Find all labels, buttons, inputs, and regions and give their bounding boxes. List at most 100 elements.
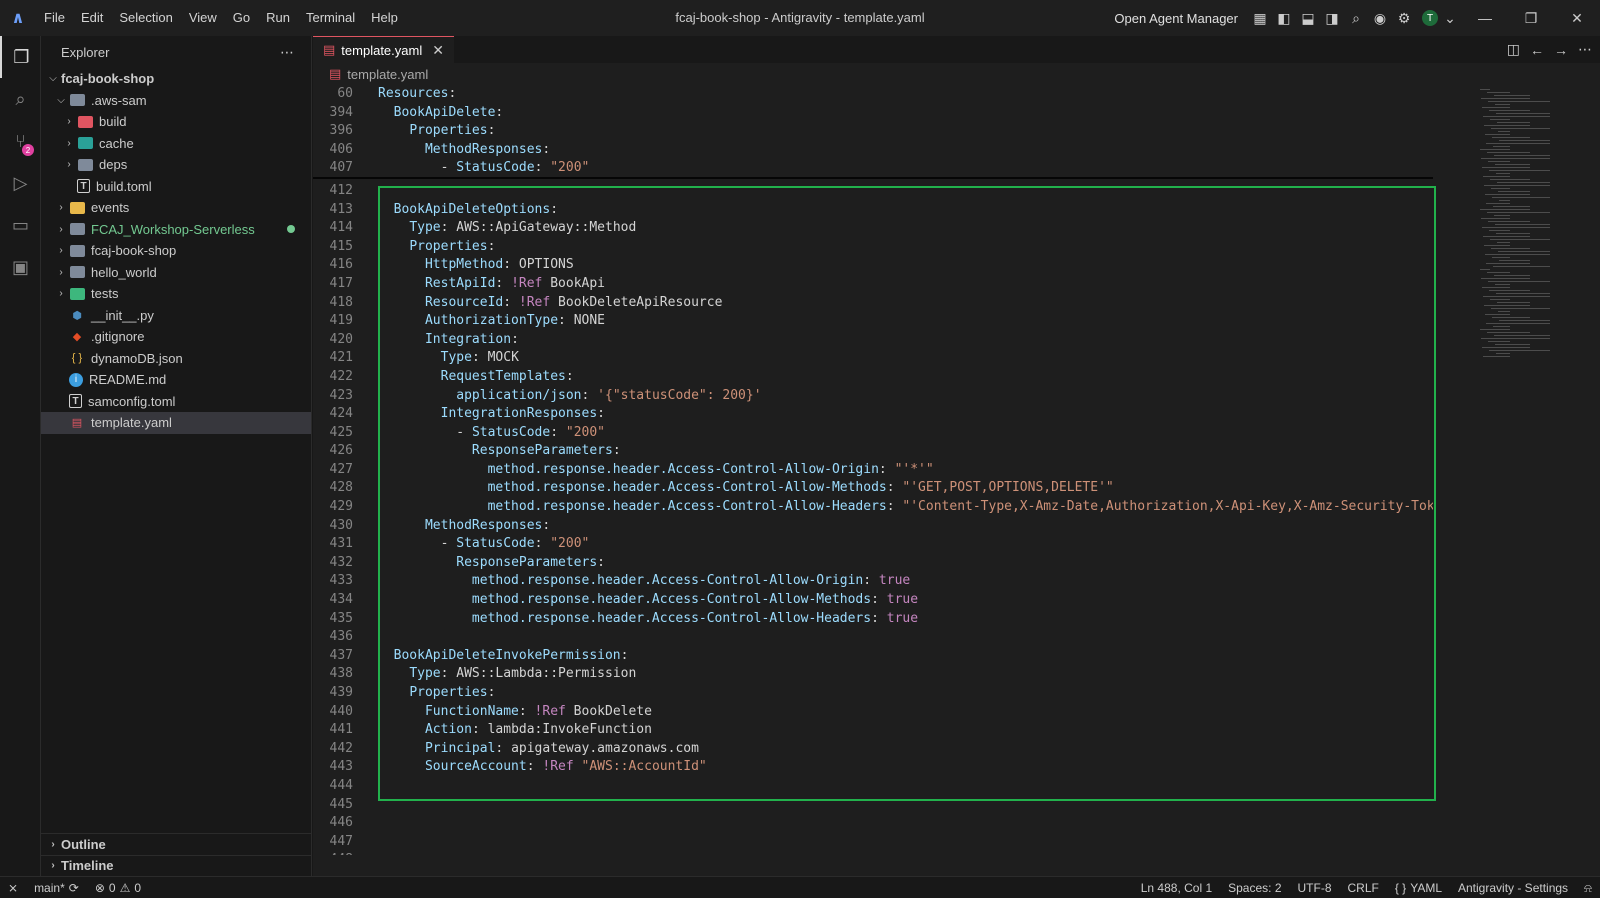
branch-indicator[interactable]: main* ⟳ <box>26 881 87 895</box>
tree-item-build-toml[interactable]: T build.toml <box>41 176 311 198</box>
tree-item-fcaj-workshop[interactable]: › FCAJ_Workshop-Serverless <box>41 219 311 241</box>
split-editor-icon[interactable]: ◫ <box>1507 41 1520 58</box>
chevron-down-icon[interactable]: ⌄ <box>1438 6 1462 30</box>
code-line[interactable]: 60 Resources: <box>313 85 1433 104</box>
tab-template-yaml[interactable]: ▤ template.yaml ✕ <box>313 36 454 63</box>
code-line[interactable]: 448 <box>313 851 1433 855</box>
code-line[interactable]: 433 method.response.header.Access-Contro… <box>313 572 1433 591</box>
code-line[interactable]: 441 Action: lambda:InvokeFunction <box>313 721 1433 740</box>
code-line[interactable]: 427 method.response.header.Access-Contro… <box>313 461 1433 480</box>
code-line[interactable]: 415 Properties: <box>313 238 1433 257</box>
code-line[interactable]: 434 method.response.header.Access-Contro… <box>313 591 1433 610</box>
code-line[interactable]: 446 <box>313 814 1433 833</box>
code-line[interactable]: 422 RequestTemplates: <box>313 368 1433 387</box>
account-avatar[interactable]: T <box>1422 10 1438 26</box>
code-line[interactable]: 412 <box>313 182 1433 201</box>
code-line[interactable]: 432 ResponseParameters: <box>313 554 1433 573</box>
tree-item-fcaj-book-shop[interactable]: › fcaj-book-shop <box>41 240 311 262</box>
remote-explorer-icon[interactable]: ▭ <box>0 204 41 246</box>
code-line[interactable]: 443 SourceAccount: !Ref "AWS::AccountId" <box>313 758 1433 777</box>
code-line[interactable]: 438 Type: AWS::Lambda::Permission <box>313 665 1433 684</box>
code-line[interactable]: 407 - StatusCode: "200" <box>313 159 1433 178</box>
outline-panel-header[interactable]: › Outline <box>41 833 312 855</box>
search-view-icon[interactable]: ⌕ <box>0 78 41 120</box>
code-line[interactable]: 419 AuthorizationType: NONE <box>313 312 1433 331</box>
encoding[interactable]: UTF-8 <box>1290 881 1340 895</box>
restore-button[interactable]: ❐ <box>1508 0 1554 36</box>
tree-item-deps[interactable]: › deps <box>41 154 311 176</box>
app-logo-icon[interactable]: ∧ <box>0 0 36 36</box>
toggle-sidebar-icon[interactable]: ◧ <box>1272 6 1296 30</box>
code-line[interactable]: 424 IntegrationResponses: <box>313 405 1433 424</box>
code-line[interactable]: 430 MethodResponses: <box>313 517 1433 536</box>
code-line[interactable]: 426 ResponseParameters: <box>313 442 1433 461</box>
settings-link[interactable]: Antigravity - Settings <box>1450 881 1576 895</box>
remote-indicator[interactable]: ⨯ <box>0 881 26 895</box>
toggle-secondary-sidebar-icon[interactable]: ◨ <box>1320 6 1344 30</box>
source-control-icon[interactable]: ⑂ 2 <box>0 120 41 162</box>
open-agent-manager-button[interactable]: Open Agent Manager <box>1114 11 1238 26</box>
tree-item-dynamodb-json[interactable]: { } dynamoDB.json <box>41 348 311 370</box>
close-window-button[interactable]: ✕ <box>1554 0 1600 36</box>
code-line[interactable]: 420 Integration: <box>313 331 1433 350</box>
tree-item-cache[interactable]: › cache <box>41 133 311 155</box>
menu-edit[interactable]: Edit <box>73 0 111 36</box>
notifications-bell-icon[interactable]: ⍾ <box>1576 881 1600 896</box>
cursor-position[interactable]: Ln 488, Col 1 <box>1133 881 1220 895</box>
close-tab-icon[interactable]: ✕ <box>432 42 444 59</box>
end-of-line[interactable]: CRLF <box>1340 881 1387 895</box>
code-line[interactable]: 425 - StatusCode: "200" <box>313 424 1433 443</box>
menu-selection[interactable]: Selection <box>111 0 180 36</box>
code-line[interactable]: 440 FunctionName: !Ref BookDelete <box>313 703 1433 722</box>
toggle-panel-icon[interactable]: ⬓ <box>1296 6 1320 30</box>
code-line[interactable]: 437 BookApiDeleteInvokePermission: <box>313 647 1433 666</box>
code-line[interactable]: 421 Type: MOCK <box>313 349 1433 368</box>
menu-help[interactable]: Help <box>363 0 406 36</box>
problems-indicator[interactable]: ⊗ 0 ⚠ 0 <box>87 881 149 895</box>
tree-item-build[interactable]: › build <box>41 111 311 133</box>
tree-item-gitignore[interactable]: ◆ .gitignore <box>41 326 311 348</box>
extensions-icon[interactable]: ▣ <box>0 246 41 288</box>
go-forward-icon[interactable]: → <box>1554 42 1568 58</box>
code-line[interactable]: 416 HttpMethod: OPTIONS <box>313 256 1433 275</box>
code-line[interactable]: 442 Principal: apigateway.amazonaws.com <box>313 740 1433 759</box>
menu-file[interactable]: File <box>36 0 73 36</box>
tree-item-events[interactable]: › events <box>41 197 311 219</box>
menu-terminal[interactable]: Terminal <box>298 0 363 36</box>
code-editor[interactable]: 60 Resources: 394 BookApiDelete: 396 Proper… <box>313 85 1433 855</box>
tree-item-hello-world[interactable]: › hello_world <box>41 262 311 284</box>
explorer-icon[interactable]: ❐ <box>0 36 41 78</box>
code-line[interactable]: 435 method.response.header.Access-Contro… <box>313 610 1433 629</box>
code-line[interactable]: 439 Properties: <box>313 684 1433 703</box>
language-mode[interactable]: { } YAML <box>1387 881 1450 895</box>
code-line[interactable]: 396 Properties: <box>313 122 1433 141</box>
tree-item-tests[interactable]: › tests <box>41 283 311 305</box>
code-line[interactable]: 417 RestApiId: !Ref BookApi <box>313 275 1433 294</box>
timeline-panel-header[interactable]: › Timeline <box>41 854 312 877</box>
code-line[interactable]: 431 - StatusCode: "200" <box>313 535 1433 554</box>
tree-item-template-yaml[interactable]: ▤ template.yaml <box>41 412 311 434</box>
code-line[interactable]: 428 method.response.header.Access-Contro… <box>313 479 1433 498</box>
tree-item-readme[interactable]: i README.md <box>41 369 311 391</box>
more-actions-icon[interactable]: ⋯ <box>280 44 295 61</box>
search-icon[interactable]: ⌕ <box>1344 6 1368 30</box>
more-actions-icon[interactable]: ⋯ <box>1578 41 1592 58</box>
tree-root[interactable]: ⌵ fcaj-book-shop <box>41 68 311 90</box>
code-line[interactable]: 445 <box>313 796 1433 815</box>
settings-gear-icon[interactable]: ⚙ <box>1392 6 1416 30</box>
code-line[interactable]: 413 BookApiDeleteOptions: <box>313 201 1433 220</box>
code-line[interactable]: 418 ResourceId: !Ref BookDeleteApiResour… <box>313 294 1433 313</box>
code-line[interactable]: 436 <box>313 628 1433 647</box>
code-line[interactable]: 447 <box>313 833 1433 852</box>
minimize-button[interactable]: — <box>1462 0 1508 36</box>
tree-item-aws-sam[interactable]: ⌵ .aws-sam <box>41 90 311 112</box>
tree-item-init-py[interactable]: ⬢ __init__.py <box>41 305 311 327</box>
code-line[interactable]: 429 method.response.header.Access-Contro… <box>313 498 1433 517</box>
code-line[interactable]: 406 MethodResponses: <box>313 141 1433 160</box>
menu-go[interactable]: Go <box>225 0 258 36</box>
browser-icon[interactable]: ◉ <box>1368 6 1392 30</box>
breadcrumb-file[interactable]: template.yaml <box>347 67 428 82</box>
menu-run[interactable]: Run <box>258 0 298 36</box>
code-line[interactable]: 444 <box>313 777 1433 796</box>
minimap[interactable] <box>1476 85 1596 855</box>
